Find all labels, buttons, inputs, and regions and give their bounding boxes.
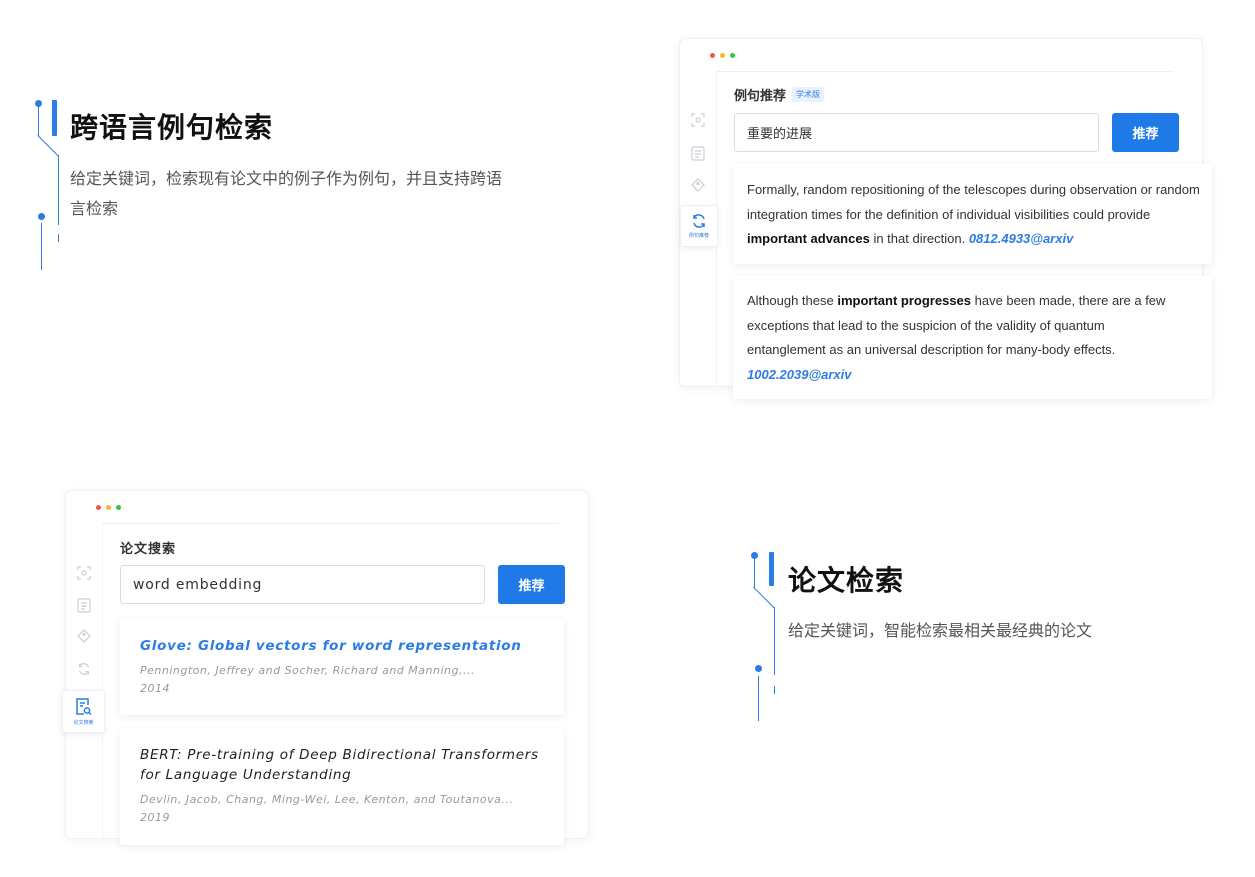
window-controls — [710, 53, 735, 58]
maximize-dot[interactable] — [730, 53, 735, 58]
close-dot[interactable] — [96, 505, 101, 510]
feature1-title: 跨语言例句检索 — [70, 111, 274, 144]
sentence-highlight: important advances — [747, 231, 870, 246]
sidebar-item-paper-search[interactable]: 论文搜索 — [62, 690, 105, 733]
minimize-dot[interactable] — [106, 505, 111, 510]
panel-title: 论文搜索 — [120, 542, 177, 557]
sidebar-item-example-sentences[interactable]: 例句推荐 — [680, 205, 718, 247]
panel-title: 例句推荐 学术版 — [734, 85, 825, 104]
document-icon[interactable] — [76, 597, 92, 613]
sidebar-item-label: 论文搜索 — [73, 719, 94, 726]
sentence-text: Formally, random repositioning of the te… — [747, 182, 1200, 246]
sidebar-item-label: 例句推荐 — [688, 233, 709, 239]
keyword-input[interactable]: word embedding — [120, 565, 485, 604]
paper-card[interactable]: BERT: Pre-training of Deep Bidirectional… — [120, 728, 564, 845]
document-icon[interactable] — [690, 145, 706, 161]
feature2-title: 论文检索 — [788, 564, 905, 597]
sentence-text: Although these important progresses have… — [747, 293, 1166, 382]
tag-icon[interactable] — [690, 177, 706, 193]
doc-search-icon — [76, 697, 92, 715]
window-controls — [96, 505, 121, 510]
paper-year: 2014 — [140, 682, 170, 695]
refresh-icon — [693, 214, 705, 228]
sentence-card: Although these important progresses have… — [733, 276, 1212, 399]
feature2-decoration — [746, 550, 786, 725]
tag-icon[interactable] — [76, 628, 92, 644]
keyword-input[interactable]: 重要的进展 — [734, 113, 1099, 152]
paper-year: 2019 — [140, 811, 170, 824]
maximize-dot[interactable] — [116, 505, 121, 510]
feature1-description: 给定关键词，检索现有论文中的例子作为例句，并且支持跨语言检索 — [70, 169, 503, 218]
feature2-description: 给定关键词，智能检索最相关最经典的论文 — [788, 621, 1093, 640]
minimize-dot[interactable] — [720, 53, 725, 58]
paper-authors: Devlin, Jacob, Chang, Ming-Wei, Lee, Ken… — [140, 793, 514, 806]
paper-authors: Pennington, Jeffrey and Socher, Richard … — [140, 664, 475, 677]
sentence-highlight: important progresses — [837, 293, 972, 308]
sentence-card: Formally, random repositioning of the te… — [733, 164, 1212, 264]
refresh-icon[interactable] — [76, 661, 92, 677]
scan-icon[interactable] — [690, 112, 706, 128]
academic-badge: 学术版 — [792, 87, 825, 102]
recommend-button[interactable]: 推荐 — [1112, 113, 1179, 152]
sentence-source-link[interactable]: 1002.2039@arxiv — [747, 367, 852, 382]
scan-icon[interactable] — [76, 565, 92, 581]
paper-title-link[interactable]: Glove: Global vectors for word represent… — [140, 636, 550, 656]
feature1-decoration — [30, 98, 70, 273]
recommend-button[interactable]: 推荐 — [498, 565, 565, 604]
paper-card[interactable]: Glove: Global vectors for word represent… — [120, 619, 564, 715]
paper-title-link[interactable]: BERT: Pre-training of Deep Bidirectional… — [140, 745, 550, 785]
sentence-source-link[interactable]: 0812.4933@arxiv — [969, 231, 1074, 246]
close-dot[interactable] — [710, 53, 715, 58]
